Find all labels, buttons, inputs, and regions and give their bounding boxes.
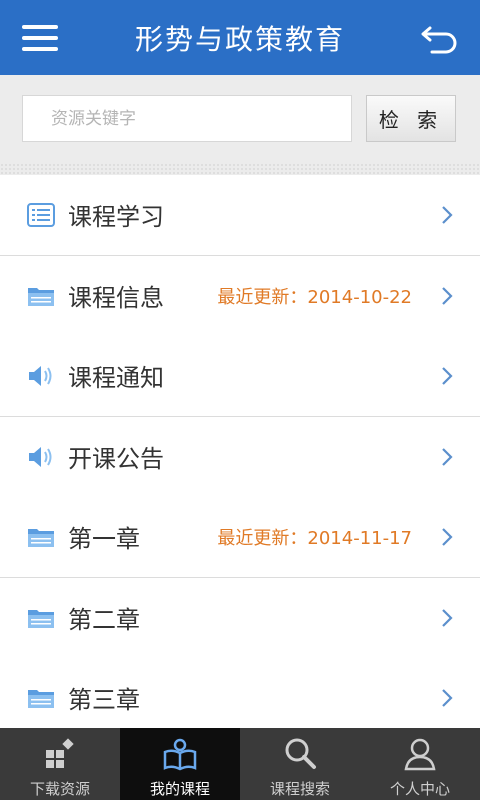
menu-item-course-info[interactable]: 课程信息 最近更新：2014-10-22 [0,256,480,336]
tab-label: 课程搜索 [269,780,330,798]
last-update-text: 最近更新：2014-10-22 [217,287,412,308]
chevron-right-icon [442,448,453,466]
list-icon [27,203,55,227]
menu-item-label: 课程信息 [68,284,164,312]
search-bar: 检 索 [0,75,480,175]
menu-item-course-study[interactable]: 课程学习 [0,175,480,256]
app-header: 形势与政策教育 [0,0,480,76]
speaker-icon [29,366,52,386]
menu-item-chapter-2[interactable]: 第二章 [0,578,480,658]
tab-label: 下载资源 [29,780,90,798]
tab-label: 我的课程 [149,780,210,798]
download-grid-icon [46,738,74,768]
chevron-right-icon [442,609,453,627]
menu-item-course-notice[interactable]: 课程通知 [0,336,480,417]
folder-icon [28,288,54,306]
back-icon[interactable] [420,22,460,54]
search-input[interactable] [22,95,352,142]
menu-item-chapter-1[interactable]: 第一章 最近更新：2014-11-17 [0,497,480,578]
chevron-right-icon [442,287,453,305]
dotted-divider [0,163,480,175]
speaker-icon [29,447,52,467]
tab-my-courses[interactable]: 我的课程 [120,728,240,800]
search-button[interactable]: 检 索 [366,95,456,142]
course-menu-list: 课程学习 课程信息 最近更新：2014-10-22 课程通知 开课公告 第一章 … [0,175,480,738]
last-update-text: 最近更新：2014-11-17 [217,528,412,549]
menu-item-label: 课程通知 [68,364,164,392]
menu-item-label: 第三章 [68,686,140,714]
menu-item-label: 课程学习 [68,203,164,231]
chevron-right-icon [442,367,453,385]
tab-label: 个人中心 [389,780,450,798]
user-icon [404,738,436,771]
tab-personal-center[interactable]: 个人中心 [360,728,480,800]
folder-icon [28,690,54,708]
tab-download-resources[interactable]: 下载资源 [0,728,120,800]
folder-icon [28,610,54,628]
bottom-tab-bar: 下载资源 我的课程 课程搜索 个人中心 [0,728,480,800]
chevron-right-icon [442,528,453,546]
tab-course-search[interactable]: 课程搜索 [240,728,360,800]
menu-item-label: 第一章 [68,525,140,553]
book-icon [163,738,197,771]
folder-icon [28,529,54,547]
chevron-right-icon [442,689,453,707]
menu-item-chapter-3[interactable]: 第三章 [0,658,480,738]
page-title: 形势与政策教育 [134,23,345,56]
chevron-right-icon [442,206,453,224]
search-icon [285,738,316,769]
menu-item-label: 第二章 [68,606,140,634]
menu-item-label: 开课公告 [68,445,164,473]
menu-item-course-announcement[interactable]: 开课公告 [0,417,480,497]
